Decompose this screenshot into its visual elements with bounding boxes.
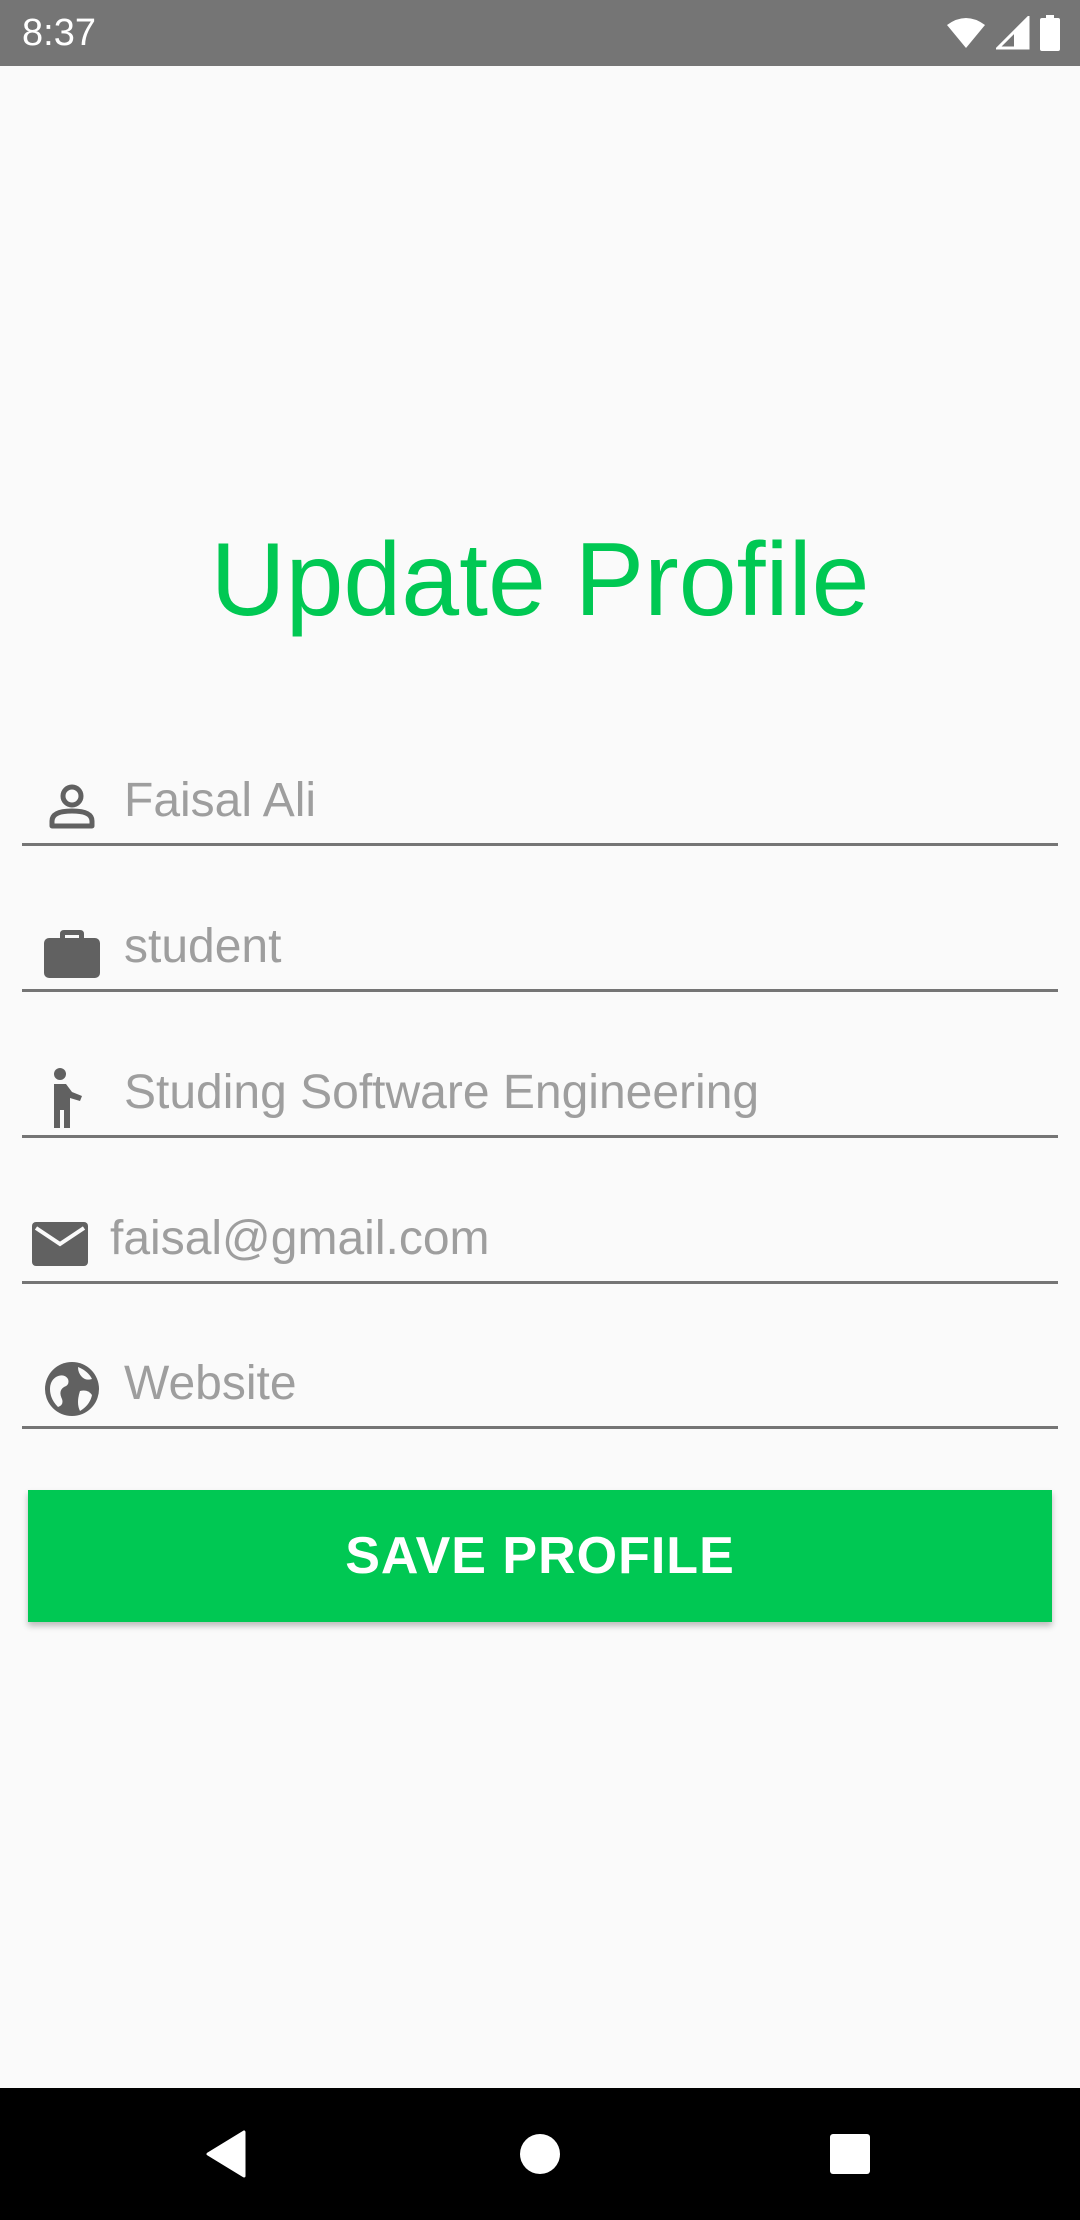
wifi-icon — [946, 17, 986, 49]
status-icons — [946, 14, 1060, 52]
save-profile-button[interactable]: SAVE PROFILE — [28, 1490, 1052, 1622]
status-time: 8:37 — [22, 12, 96, 54]
occupation-input[interactable] — [124, 906, 1044, 986]
back-icon[interactable] — [190, 2118, 262, 2190]
globe-icon — [40, 1357, 104, 1421]
recents-icon[interactable] — [814, 2118, 886, 2190]
name-field[interactable] — [22, 760, 1058, 846]
home-icon[interactable] — [504, 2118, 576, 2190]
name-input[interactable] — [124, 760, 1044, 840]
description-input[interactable] — [124, 1052, 1044, 1132]
description-field[interactable] — [22, 1052, 1058, 1138]
battery-icon — [1040, 15, 1060, 51]
status-bar: 8:37 — [0, 0, 1080, 66]
signal-icon — [996, 16, 1030, 50]
person-pin-icon — [40, 1066, 104, 1130]
email-icon — [28, 1212, 92, 1276]
website-field[interactable] — [22, 1343, 1058, 1429]
navigation-bar — [0, 2088, 1080, 2220]
email-input[interactable] — [110, 1198, 1030, 1278]
person-icon — [40, 774, 104, 838]
page-title: Update Profile — [210, 522, 870, 638]
email-field[interactable] — [22, 1198, 1058, 1284]
briefcase-icon — [40, 920, 104, 984]
website-input[interactable] — [124, 1343, 1044, 1423]
update-profile-screen: 8:37 Update Profile Faisal Ali student S… — [0, 0, 1080, 2220]
occupation-field[interactable] — [22, 906, 1058, 992]
